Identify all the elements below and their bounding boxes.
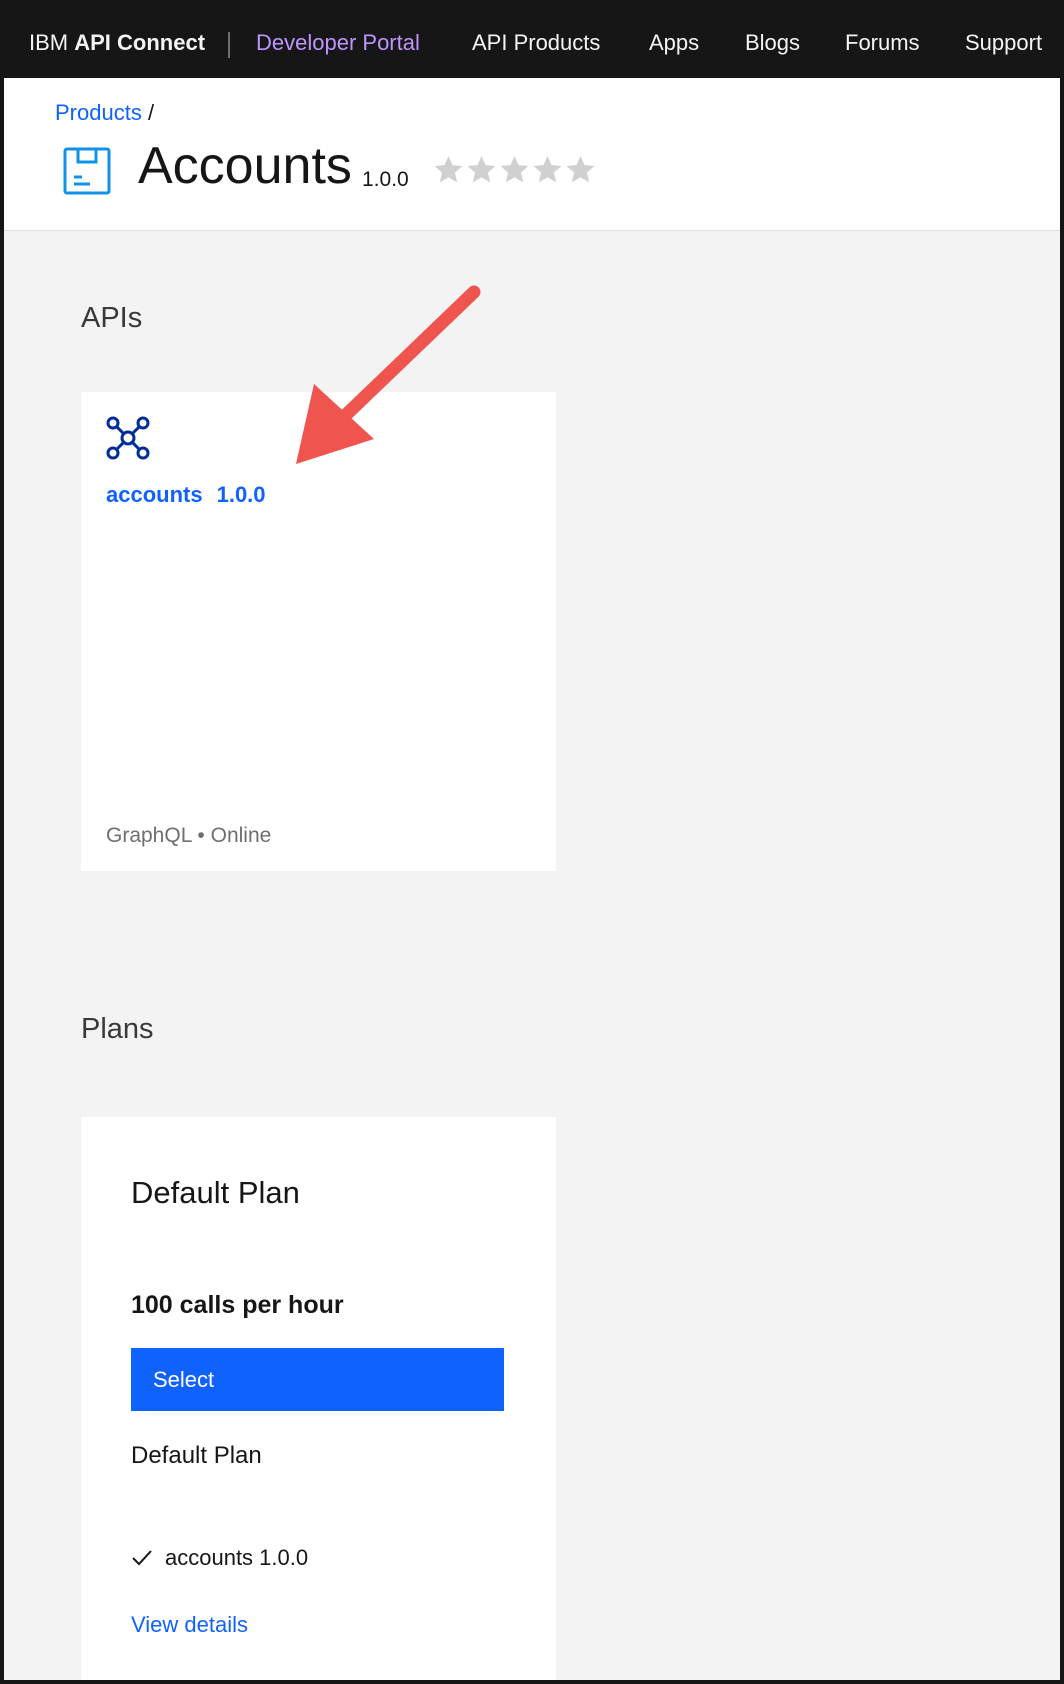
nav-item-api-products[interactable]: API Products <box>472 30 600 56</box>
nav-item-forums[interactable]: Forums <box>845 30 920 56</box>
graphql-icon <box>106 416 150 460</box>
product-title: Accounts <box>138 137 352 195</box>
brand-name: API Connect <box>74 30 206 55</box>
plan-api-label: accounts 1.0.0 <box>165 1545 309 1570</box>
api-name-link[interactable]: accounts 1.0.0 <box>106 482 266 508</box>
breadcrumb: Products / <box>55 100 154 126</box>
select-plan-button[interactable]: Select <box>131 1348 504 1411</box>
nav-divider <box>228 32 230 58</box>
product-header: Products / Accounts 1.0.0 <box>4 78 1060 231</box>
nav-item-support[interactable]: Support <box>965 30 1042 56</box>
plans-section-title: Plans <box>81 1013 154 1045</box>
plan-card: Default Plan 100 calls per hour Select D… <box>81 1117 556 1680</box>
plan-description: Default Plan <box>131 1442 262 1469</box>
star-icon[interactable] <box>565 154 596 185</box>
apis-section-title: APIs <box>81 302 143 334</box>
nav-item-apps[interactable]: Apps <box>649 30 699 56</box>
plan-title: Default Plan <box>131 1175 300 1210</box>
developer-portal-link[interactable]: Developer Portal <box>256 30 420 56</box>
app-frame: IBM API Connect Developer Portal API Pro… <box>0 0 1064 1684</box>
breadcrumb-separator: / <box>147 100 155 125</box>
brand-prefix: IBM <box>29 30 75 55</box>
api-card[interactable]: accounts 1.0.0 GraphQL • Online <box>81 392 556 871</box>
plan-rate-limit: 100 calls per hour <box>131 1291 344 1319</box>
product-version: 1.0.0 <box>362 168 409 191</box>
top-navigation: IBM API Connect Developer Portal API Pro… <box>4 4 1060 78</box>
view-details-link[interactable]: View details <box>131 1612 248 1638</box>
star-icon[interactable] <box>532 154 563 185</box>
rating-stars[interactable] <box>433 154 596 185</box>
api-version: 1.0.0 <box>216 482 266 507</box>
star-icon[interactable] <box>499 154 530 185</box>
api-meta: GraphQL • Online <box>106 824 272 847</box>
star-icon[interactable] <box>466 154 497 185</box>
product-icon <box>63 147 111 195</box>
plan-api-item: accounts 1.0.0 <box>131 1545 308 1571</box>
checkmark-icon <box>132 1550 152 1566</box>
breadcrumb-products-link[interactable]: Products <box>55 100 142 125</box>
api-name: accounts <box>106 482 203 507</box>
star-icon[interactable] <box>433 154 464 185</box>
brand-logo[interactable]: IBM API Connect <box>29 30 205 56</box>
nav-item-blogs[interactable]: Blogs <box>745 30 800 56</box>
